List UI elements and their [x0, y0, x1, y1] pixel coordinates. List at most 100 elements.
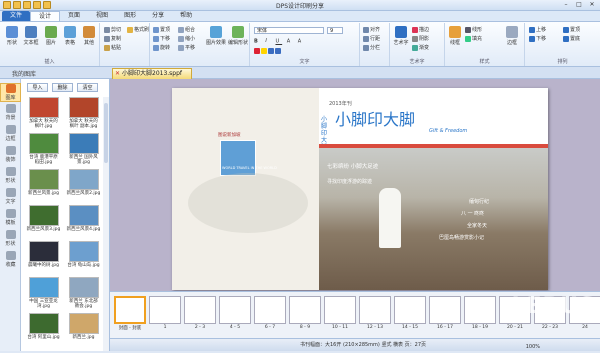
font-size-select[interactable]: 9: [327, 27, 343, 34]
bring-top-button[interactable]: 置顶: [153, 26, 170, 33]
page-thumbnail-label: 22 - 23: [542, 325, 558, 330]
page-thumbnail[interactable]: [254, 296, 286, 324]
frame-button[interactable]: 线框: [447, 26, 463, 46]
tab-page[interactable]: 页面: [60, 11, 88, 21]
clear-button[interactable]: 清空: [77, 83, 98, 92]
table-button[interactable]: 表格: [61, 26, 79, 46]
align-button[interactable]: 对齐: [363, 26, 380, 33]
move-down-button[interactable]: 下移: [153, 35, 170, 42]
page-spread[interactable]: 图说新加坡 WORLD TRAVEL IN THE WORLD 2013年刊 小…: [172, 88, 548, 290]
tab-view[interactable]: 视图: [88, 11, 116, 21]
zoom-level[interactable]: 100%: [526, 341, 540, 353]
gallery-thumbnail[interactable]: 新西兰.jpg: [64, 313, 103, 340]
tab-file[interactable]: 文件: [2, 11, 31, 21]
left-page[interactable]: 图说新加坡 WORLD TRAVEL IN THE WORLD: [172, 88, 319, 290]
gallery-thumbnail[interactable]: 新西兰 东北部 教会.jpg: [64, 277, 103, 309]
rotate-button[interactable]: 旋转: [153, 44, 170, 51]
font-family-select[interactable]: 宋体: [254, 27, 324, 34]
copy-button[interactable]: 复制: [104, 35, 121, 42]
page-thumbnail[interactable]: [149, 296, 181, 324]
layer-bottom-button[interactable]: 置底: [563, 35, 580, 42]
thumbnail-image: [68, 277, 99, 298]
text-color-button[interactable]: [254, 48, 282, 55]
tab-help[interactable]: 帮助: [172, 11, 200, 21]
gallery-thumbnail[interactable]: 新西兰风景.jpg: [24, 169, 63, 196]
gallery-scrollbar[interactable]: [103, 97, 109, 351]
art-text-button[interactable]: 艺术字: [392, 26, 410, 46]
line-style-button[interactable]: 线形: [465, 26, 482, 33]
cover-title[interactable]: 小脚印大脚: [335, 106, 415, 130]
close-button[interactable]: ✕: [586, 0, 598, 9]
sidebar-item-0[interactable]: 图库: [0, 83, 21, 102]
maximize-button[interactable]: □: [573, 0, 585, 9]
sidebar-item-6[interactable]: 模板: [0, 209, 21, 226]
pan-button[interactable]: 平移: [178, 44, 195, 51]
cut-button[interactable]: 剪切: [104, 26, 121, 33]
group-button[interactable]: 组合: [178, 26, 195, 33]
shadow-button[interactable]: 阴影: [412, 35, 429, 42]
import-button[interactable]: 导入: [27, 83, 48, 92]
layer-top-button[interactable]: 置顶: [563, 26, 580, 33]
gallery-thumbnail[interactable]: 中国 三亚亚龙 湾.jpg: [24, 277, 63, 309]
textbox-button[interactable]: 文本框: [22, 26, 40, 46]
page-thumbnail[interactable]: [114, 296, 146, 324]
thumbnail-image: [28, 133, 59, 154]
tab-design[interactable]: 设计: [30, 11, 61, 21]
font-style-buttons[interactable]: B I U A A: [254, 38, 304, 45]
right-page[interactable]: 2013年刊 小脚印大脚 Gift & Freedom 小脚印大脚 七彩缤纷 小…: [319, 88, 548, 290]
map-photo[interactable]: [220, 140, 256, 176]
page-thumbnail[interactable]: [394, 296, 426, 324]
gallery-thumbnail[interactable]: 台湾 龟山岛.jpg: [64, 241, 103, 268]
border-button[interactable]: 边框: [503, 26, 521, 46]
image-button[interactable]: 图片: [42, 26, 60, 46]
design-canvas[interactable]: 图说新加坡 WORLD TRAVEL IN THE WORLD 2013年刊 小…: [110, 79, 600, 291]
shrink-button[interactable]: 缩小: [178, 35, 195, 42]
sidebar-item-7[interactable]: 形状: [0, 230, 21, 247]
gallery-thumbnail[interactable]: 新西兰 国外风 景.jpg: [64, 133, 103, 165]
sidebar-item-5[interactable]: 文字: [0, 188, 21, 205]
sidebar-item-1[interactable]: 背景: [0, 104, 21, 121]
page-thumbnail[interactable]: [219, 296, 251, 324]
columns-button[interactable]: 分栏: [363, 44, 380, 51]
line-spacing-button[interactable]: 行距: [363, 35, 380, 42]
layer-down-button[interactable]: 下移: [529, 35, 546, 42]
page-thumbnail[interactable]: [429, 296, 461, 324]
font-group: 宋体 9 B I U A A 文字: [250, 23, 360, 66]
sidebar-item-4[interactable]: 形状: [0, 167, 21, 184]
paste-button[interactable]: 粘贴: [104, 44, 121, 51]
gallery-thumbnail[interactable]: 加拿大 秋天的 枫叶.jpg: [24, 97, 63, 129]
gallery-thumbnail[interactable]: 台湾 阿里山.jpg: [24, 313, 63, 340]
gallery-thumbnail[interactable]: 加拿大 秋天的 枫叶 副本.jpg: [64, 97, 103, 129]
sidebar-item-8[interactable]: 收藏: [0, 251, 21, 268]
shape-button[interactable]: 形状: [3, 26, 21, 46]
sidebar-item-2[interactable]: 边框: [0, 125, 21, 142]
close-tab-icon[interactable]: ✕: [115, 69, 120, 79]
gallery-thumbnail[interactable]: 新西兰风景3.jpg: [24, 205, 63, 232]
gallery-thumbnail[interactable]: 晨曦中的树.jpg: [24, 241, 63, 268]
thumbnail-label: 新西兰 国外风 景.jpg: [69, 155, 98, 165]
page-thumbnail[interactable]: [464, 296, 496, 324]
page-thumbnail[interactable]: [359, 296, 391, 324]
sidebar-item-3[interactable]: 装饰: [0, 146, 21, 163]
page-thumbnail-label: 10 - 11: [332, 325, 348, 330]
tab-graphics[interactable]: 图形: [116, 11, 144, 21]
minimize-button[interactable]: –: [560, 0, 572, 9]
delete-button[interactable]: 删除: [52, 83, 73, 92]
other-button[interactable]: 其他: [80, 26, 98, 46]
page-thumbnail[interactable]: [324, 296, 356, 324]
format-painter-button[interactable]: 格式刷: [127, 26, 149, 33]
stroke-button[interactable]: 描边: [412, 26, 429, 33]
image-effect-button[interactable]: 图片效果: [205, 26, 227, 46]
gallery-thumbnail[interactable]: 新西兰风景4.jpg: [64, 205, 103, 232]
edit-shape-button[interactable]: 编辑形状: [227, 26, 249, 46]
tab-share[interactable]: 分享: [144, 11, 172, 21]
page-thumbnail[interactable]: [184, 296, 216, 324]
page-thumbnail[interactable]: [289, 296, 321, 324]
scrollbar-thumb[interactable]: [104, 103, 108, 163]
fill-button[interactable]: 填充: [465, 35, 482, 42]
gallery-thumbnail[interactable]: 新西兰风景2.jpg: [64, 169, 103, 196]
gradient-button[interactable]: 渐变: [412, 44, 429, 51]
document-tab[interactable]: ✕ 小脚印大脚2013.sppf: [112, 68, 192, 79]
layer-up-button[interactable]: 上移: [529, 26, 546, 33]
gallery-thumbnail[interactable]: 台湾 鹿港平原 稻田.jpg: [24, 133, 63, 165]
